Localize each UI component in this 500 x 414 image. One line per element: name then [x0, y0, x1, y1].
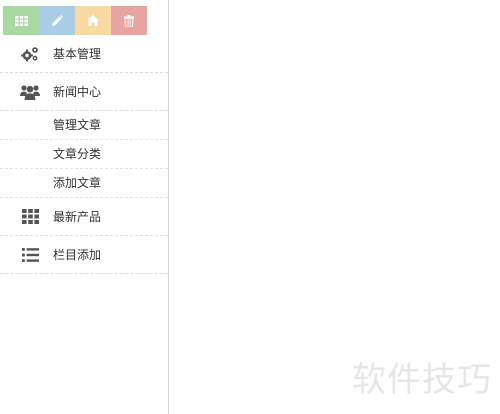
gears-icon — [20, 45, 40, 63]
grid-icon — [20, 208, 40, 226]
sidebar-shortcuts — [3, 6, 147, 35]
shortcut-edit-button[interactable] — [39, 6, 75, 35]
app-root: 基本管理 新闻中心 管理文章 文章分类 添加文章 最新产品 栏目添加 软件技巧 — [0, 0, 500, 414]
list-icon — [20, 246, 40, 264]
sidebar-nav: 基本管理 新闻中心 管理文章 文章分类 添加文章 最新产品 栏目添加 — [0, 35, 168, 274]
nav-item-label: 栏目添加 — [53, 247, 102, 262]
shortcut-grid-button[interactable] — [3, 6, 39, 35]
pencil-icon — [52, 14, 63, 26]
nav-item-label: 最新产品 — [53, 209, 102, 224]
sub-item-add-article[interactable]: 添加文章 — [0, 169, 168, 198]
nav-item-basic-management[interactable]: 基本管理 — [0, 35, 168, 73]
watermark: 软件技巧 — [352, 360, 492, 400]
users-icon — [20, 83, 40, 101]
shortcut-delete-button[interactable] — [111, 6, 147, 35]
nav-item-latest-products[interactable]: 最新产品 — [0, 198, 168, 236]
sub-item-manage-articles[interactable]: 管理文章 — [0, 111, 168, 140]
grid-icon — [14, 15, 28, 26]
nav-item-column-add[interactable]: 栏目添加 — [0, 236, 168, 274]
home-icon — [87, 15, 99, 26]
trash-icon — [124, 14, 134, 27]
shortcut-home-button[interactable] — [75, 6, 111, 35]
sub-item-label: 添加文章 — [53, 176, 102, 190]
sub-item-label: 文章分类 — [53, 147, 102, 161]
nav-item-news-center[interactable]: 新闻中心 — [0, 73, 168, 111]
sub-item-article-categories[interactable]: 文章分类 — [0, 140, 168, 169]
sidebar: 基本管理 新闻中心 管理文章 文章分类 添加文章 最新产品 栏目添加 — [0, 0, 169, 414]
nav-item-label: 新闻中心 — [53, 84, 102, 99]
nav-item-label: 基本管理 — [53, 46, 102, 61]
sub-item-label: 管理文章 — [53, 118, 102, 132]
